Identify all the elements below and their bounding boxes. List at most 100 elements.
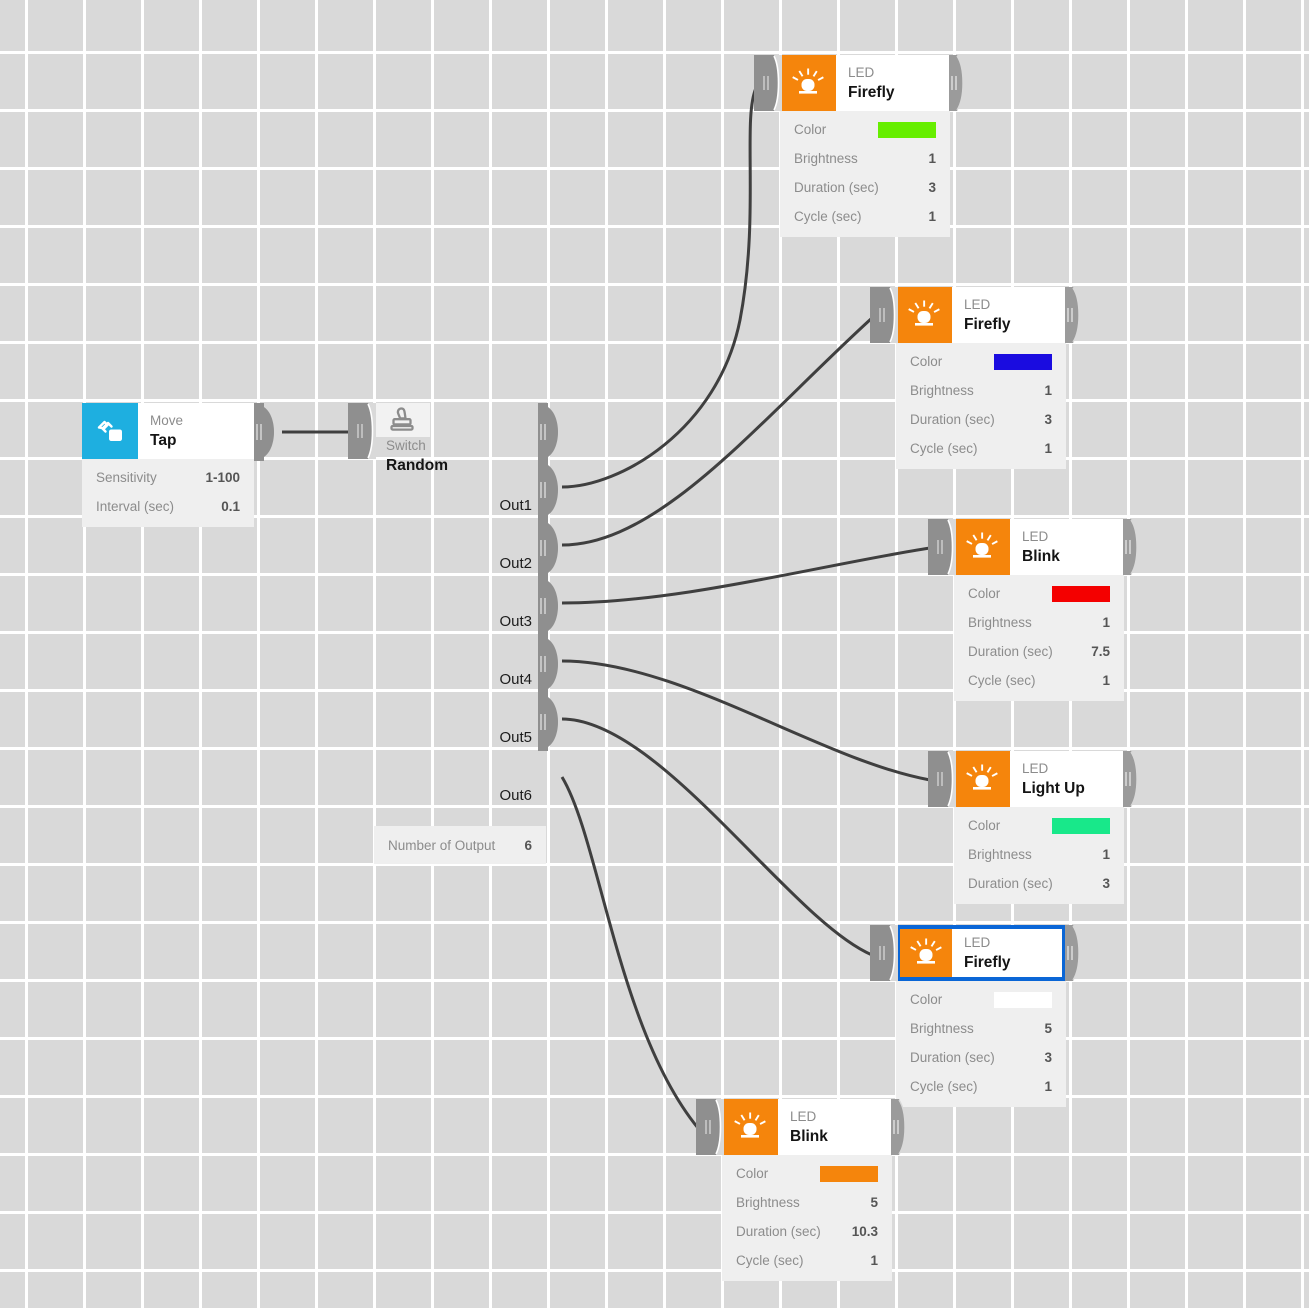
input-port-led-blink-red[interactable] [928, 519, 956, 575]
output-port-led-firefly-blue[interactable] [1065, 287, 1093, 343]
output-row-2: Out2 [374, 534, 546, 592]
property-value[interactable]: 1 [1102, 847, 1110, 862]
node-led-blink-red[interactable]: LED Blink Color Brightness 1 Duration (s… [928, 519, 1138, 701]
node-name: Firefly [964, 953, 1011, 971]
property-value[interactable]: 1 [928, 209, 936, 224]
output-label: Out4 [499, 670, 532, 688]
output-port-led-lightup-green[interactable] [1123, 751, 1151, 807]
output-port-4[interactable] [538, 577, 566, 635]
node-editor-canvas[interactable]: Move Tap Sensitivity 1-100 Interval (sec… [0, 0, 1309, 1308]
property-value[interactable]: 3 [1102, 876, 1110, 891]
node-header[interactable]: Switch Random [374, 403, 546, 476]
node-move-tap[interactable]: Move Tap Sensitivity 1-100 Interval (sec… [82, 403, 274, 527]
property-value[interactable]: 3 [1044, 1050, 1052, 1065]
node-icon [780, 55, 836, 111]
node-category: Move [150, 412, 184, 428]
input-port-led-blink-orange[interactable] [696, 1099, 724, 1155]
switch-outputs: Out1 Out2 Out3 Out4 Out5 Out6 [374, 403, 558, 824]
property-row: Brightness 5 [896, 1014, 1066, 1043]
property-value[interactable]: 1 [1044, 1079, 1052, 1094]
property-row: Duration (sec) 10.3 [722, 1217, 892, 1246]
node-title-block: Move Tap [138, 403, 254, 459]
property-value[interactable]: 10.3 [852, 1224, 878, 1239]
property-value[interactable]: 1 [1102, 615, 1110, 630]
property-row: Brightness 1 [780, 144, 950, 173]
input-port-led-firefly-blue[interactable] [870, 287, 898, 343]
color-swatch[interactable] [994, 353, 1052, 370]
output-row-6: Out6 [374, 766, 546, 824]
node-name: Blink [790, 1127, 828, 1145]
output-label: Out3 [499, 612, 532, 630]
node-header[interactable]: Move Tap [82, 403, 254, 459]
output-row-3: Out3 [374, 592, 546, 650]
output-port-1[interactable] [538, 403, 566, 461]
property-value[interactable]: 0.1 [221, 499, 240, 514]
property-value[interactable]: 1 [1102, 673, 1110, 688]
input-port-led-firefly-white[interactable] [870, 925, 898, 981]
connection-wire[interactable] [560, 776, 700, 1129]
node-led-firefly-white[interactable]: LED Firefly Color Brightness 5 Duration … [870, 925, 1080, 1107]
node-header[interactable]: LED Light Up [954, 751, 1124, 807]
property-value[interactable]: 5 [870, 1195, 878, 1210]
connection-wire[interactable] [561, 316, 874, 547]
property-value[interactable]: 1-100 [205, 470, 240, 485]
node-led-blink-orange[interactable]: LED Blink Color Brightness 5 Duration (s… [696, 1099, 906, 1281]
color-swatch[interactable] [878, 121, 936, 138]
color-swatch[interactable] [820, 1165, 878, 1182]
node-icon [954, 519, 1010, 575]
property-row: Duration (sec) 7.5 [954, 637, 1124, 666]
property-value[interactable]: 1 [1044, 441, 1052, 456]
connection-wire[interactable] [561, 717, 873, 957]
color-swatch[interactable] [994, 991, 1052, 1008]
connection-wire[interactable] [561, 659, 931, 782]
output-port-5[interactable] [538, 635, 566, 693]
output-port-2[interactable] [538, 461, 566, 519]
output-port-led-blink-red[interactable] [1123, 519, 1151, 575]
property-value[interactable]: 7.5 [1091, 644, 1110, 659]
property-value[interactable]: 1 [928, 151, 936, 166]
node-header[interactable]: LED Blink [954, 519, 1124, 575]
output-port-move-tap[interactable] [254, 403, 282, 461]
color-swatch[interactable] [1052, 817, 1110, 834]
node-header[interactable]: LED Firefly [896, 287, 1066, 343]
property-label: Cycle (sec) [794, 209, 862, 224]
output-port-led-blink-orange[interactable] [891, 1099, 919, 1155]
node-led-lightup-green[interactable]: LED Light Up Color Brightness 1 Duration… [928, 751, 1138, 904]
node-title-block: Switch Random [374, 437, 546, 476]
property-value[interactable]: 1 [1044, 383, 1052, 398]
node-properties: Color Brightness 5 Duration (sec) 10.3 C… [722, 1155, 892, 1281]
footer-label: Number of Output [388, 837, 496, 853]
property-value[interactable]: 3 [928, 180, 936, 195]
node-header[interactable]: LED Firefly [780, 55, 950, 111]
node-switch-random[interactable]: Switch Random Out1 Out2 Out3 Out4 Out5 O… [348, 403, 558, 864]
property-label: Brightness [968, 615, 1032, 630]
input-port-led-firefly-green[interactable] [754, 55, 782, 111]
led-beacon-icon [966, 532, 998, 558]
property-value[interactable]: 3 [1044, 412, 1052, 427]
input-port-switch-random[interactable] [348, 403, 376, 459]
node-header[interactable]: LED Blink [722, 1099, 892, 1155]
node-properties: Color Brightness 1 Duration (sec) 7.5 Cy… [954, 575, 1124, 701]
property-value[interactable]: 5 [1044, 1021, 1052, 1036]
node-icon [900, 929, 952, 977]
property-row: Sensitivity 1-100 [82, 463, 254, 492]
node-header[interactable]: LED Firefly [896, 925, 1066, 981]
node-title-block: LED Firefly [952, 929, 1062, 977]
output-port-3[interactable] [538, 519, 566, 577]
node-led-firefly-green[interactable]: LED Firefly Color Brightness 1 Duration … [754, 55, 964, 237]
connection-wire[interactable] [561, 546, 931, 605]
output-port-6[interactable] [538, 693, 566, 751]
property-label: Duration (sec) [794, 180, 879, 195]
output-port-led-firefly-white[interactable] [1065, 925, 1093, 981]
connection-wire[interactable] [561, 87, 758, 489]
property-label: Duration (sec) [910, 412, 995, 427]
node-category: LED [1022, 528, 1049, 544]
color-swatch[interactable] [1052, 585, 1110, 602]
node-name: Blink [1022, 547, 1060, 565]
property-row: Duration (sec) 3 [780, 173, 950, 202]
footer-value[interactable]: 6 [524, 838, 532, 853]
property-value[interactable]: 1 [870, 1253, 878, 1268]
output-port-led-firefly-green[interactable] [949, 55, 977, 111]
node-led-firefly-blue[interactable]: LED Firefly Color Brightness 1 Duration … [870, 287, 1080, 469]
input-port-led-lightup-green[interactable] [928, 751, 956, 807]
